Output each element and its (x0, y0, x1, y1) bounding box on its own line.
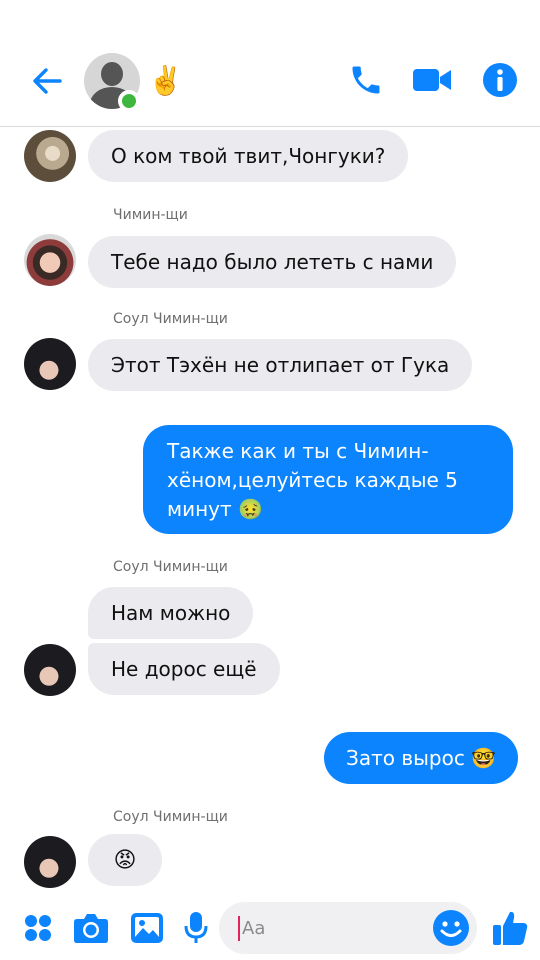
info-icon (483, 63, 517, 97)
microphone-icon (184, 912, 208, 943)
message-input-placeholder: Aa (242, 918, 266, 939)
like-button[interactable] (488, 906, 532, 950)
outgoing-message[interactable]: Зато вырос 🤓 (324, 732, 519, 784)
sender-name: Чимин-щи (113, 207, 188, 223)
conversation-header: ✌️ (0, 0, 540, 127)
incoming-message[interactable]: О ком твой твит,Чонгуки? (88, 130, 409, 182)
call-button[interactable] (346, 60, 386, 100)
sender-name: Соул Чимин-щи (113, 559, 228, 575)
sender-name: Соул Чимин-щи (113, 809, 228, 825)
incoming-message[interactable]: Нам можно (88, 587, 254, 639)
message-input[interactable]: Aa (219, 902, 477, 954)
text-cursor (238, 916, 240, 941)
back-button[interactable] (26, 60, 68, 102)
sender-avatar[interactable] (24, 130, 76, 182)
incoming-message[interactable]: Тебе надо было лететь с нами (88, 236, 457, 288)
emoji-button[interactable] (431, 908, 471, 948)
thumbs-up-icon (493, 911, 528, 945)
sender-avatar[interactable] (24, 234, 76, 286)
outgoing-message[interactable]: Также как и ты с Чимин-хёном,целуйтесь к… (143, 425, 513, 534)
voice-message-button[interactable] (174, 906, 218, 950)
gallery-button[interactable] (125, 906, 169, 950)
online-status-dot (118, 90, 140, 112)
avatar-placeholder-head (101, 62, 123, 86)
more-actions-button[interactable] (16, 906, 60, 950)
sender-avatar[interactable] (24, 836, 76, 888)
incoming-message[interactable]: Не дорос ещё (88, 643, 280, 695)
video-camera-icon (413, 69, 451, 91)
arrow-left-icon (33, 68, 62, 94)
grid-dots-icon (25, 915, 51, 941)
camera-button[interactable] (69, 906, 113, 950)
conversation-info-button[interactable] (480, 60, 520, 100)
video-call-button[interactable] (410, 60, 454, 100)
incoming-message[interactable]: 😡 (88, 834, 162, 886)
sender-name: Соул Чимин-щи (113, 311, 228, 327)
smiley-icon (433, 910, 469, 946)
phone-icon (352, 66, 380, 94)
sender-avatar[interactable] (24, 338, 76, 390)
sender-avatar[interactable] (24, 644, 76, 696)
camera-icon (74, 914, 108, 943)
image-icon (131, 913, 163, 943)
incoming-message[interactable]: Этот Тэхён не отлипает от Гука (88, 339, 473, 391)
contact-name-emoji: ✌️ (148, 64, 183, 97)
